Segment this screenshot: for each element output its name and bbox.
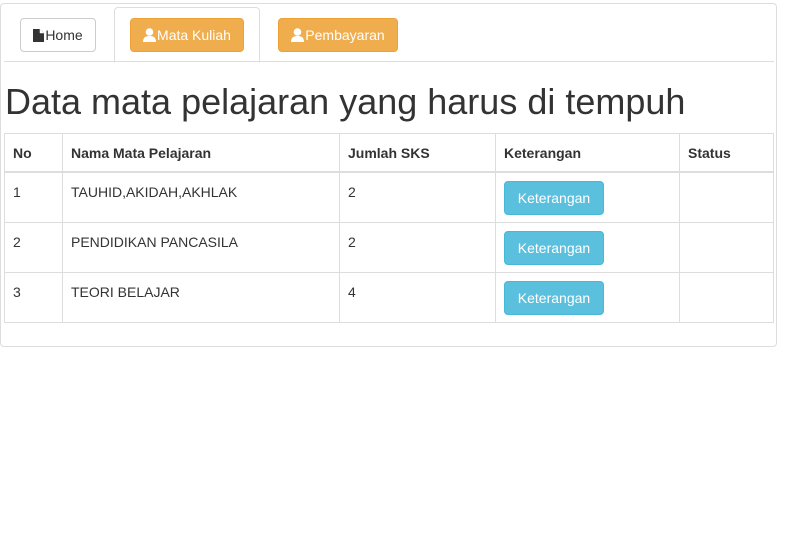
cell-status <box>679 271 774 323</box>
page-title: Data mata pelajaran yang harus di tempuh <box>5 81 686 122</box>
cell-nama: TEORI BELAJAR <box>62 271 340 323</box>
home-button[interactable]: Home <box>20 18 96 52</box>
file-icon <box>33 28 45 42</box>
mata-pelajaran-table: No Nama Mata Pelajaran Jumlah SKS Ketera… <box>4 133 774 323</box>
column-header-no: No <box>4 133 63 173</box>
mata-kuliah-button-label: Mata Kuliah <box>157 27 231 43</box>
cell-no: 1 <box>4 171 63 223</box>
keterangan-button[interactable]: Keterangan <box>504 230 604 265</box>
cell-nama: PENDIDIKAN PANCASILA <box>62 221 340 273</box>
cell-sks: 2 <box>339 221 496 273</box>
home-button-label: Home <box>45 27 83 43</box>
cell-status <box>679 221 774 273</box>
cell-status <box>679 171 774 223</box>
table-header-row: No Nama Mata Pelajaran Jumlah SKS Ketera… <box>4 133 774 173</box>
keterangan-button[interactable]: Keterangan <box>504 280 604 315</box>
cell-no: 2 <box>4 221 63 273</box>
user-icon <box>143 28 157 42</box>
cell-keterangan: Keterangan <box>495 171 680 223</box>
column-header-nama: Nama Mata Pelajaran <box>62 133 340 173</box>
table-row: 3 TEORI BELAJAR 4 Keterangan <box>4 271 774 323</box>
cell-keterangan: Keterangan <box>495 271 680 323</box>
tabs-divider <box>4 61 774 62</box>
column-header-sks: Jumlah SKS <box>339 133 496 173</box>
cell-sks: 4 <box>339 271 496 323</box>
mata-kuliah-button[interactable]: Mata Kuliah <box>130 18 244 52</box>
column-header-status: Status <box>679 133 774 173</box>
cell-sks: 2 <box>339 171 496 223</box>
pembayaran-button[interactable]: Pembayaran <box>278 18 398 52</box>
cell-keterangan: Keterangan <box>495 221 680 273</box>
column-header-keterangan: Keterangan <box>495 133 680 173</box>
pembayaran-button-label: Pembayaran <box>305 27 385 43</box>
table-row: 2 PENDIDIKAN PANCASILA 2 Keterangan <box>4 221 774 273</box>
cell-nama: TAUHID,AKIDAH,AKHLAK <box>62 171 340 223</box>
keterangan-button[interactable]: Keterangan <box>504 181 604 215</box>
table-row: 1 TAUHID,AKIDAH,AKHLAK 2 Keterangan <box>4 171 774 223</box>
user-icon <box>291 28 305 42</box>
cell-no: 3 <box>4 271 63 323</box>
